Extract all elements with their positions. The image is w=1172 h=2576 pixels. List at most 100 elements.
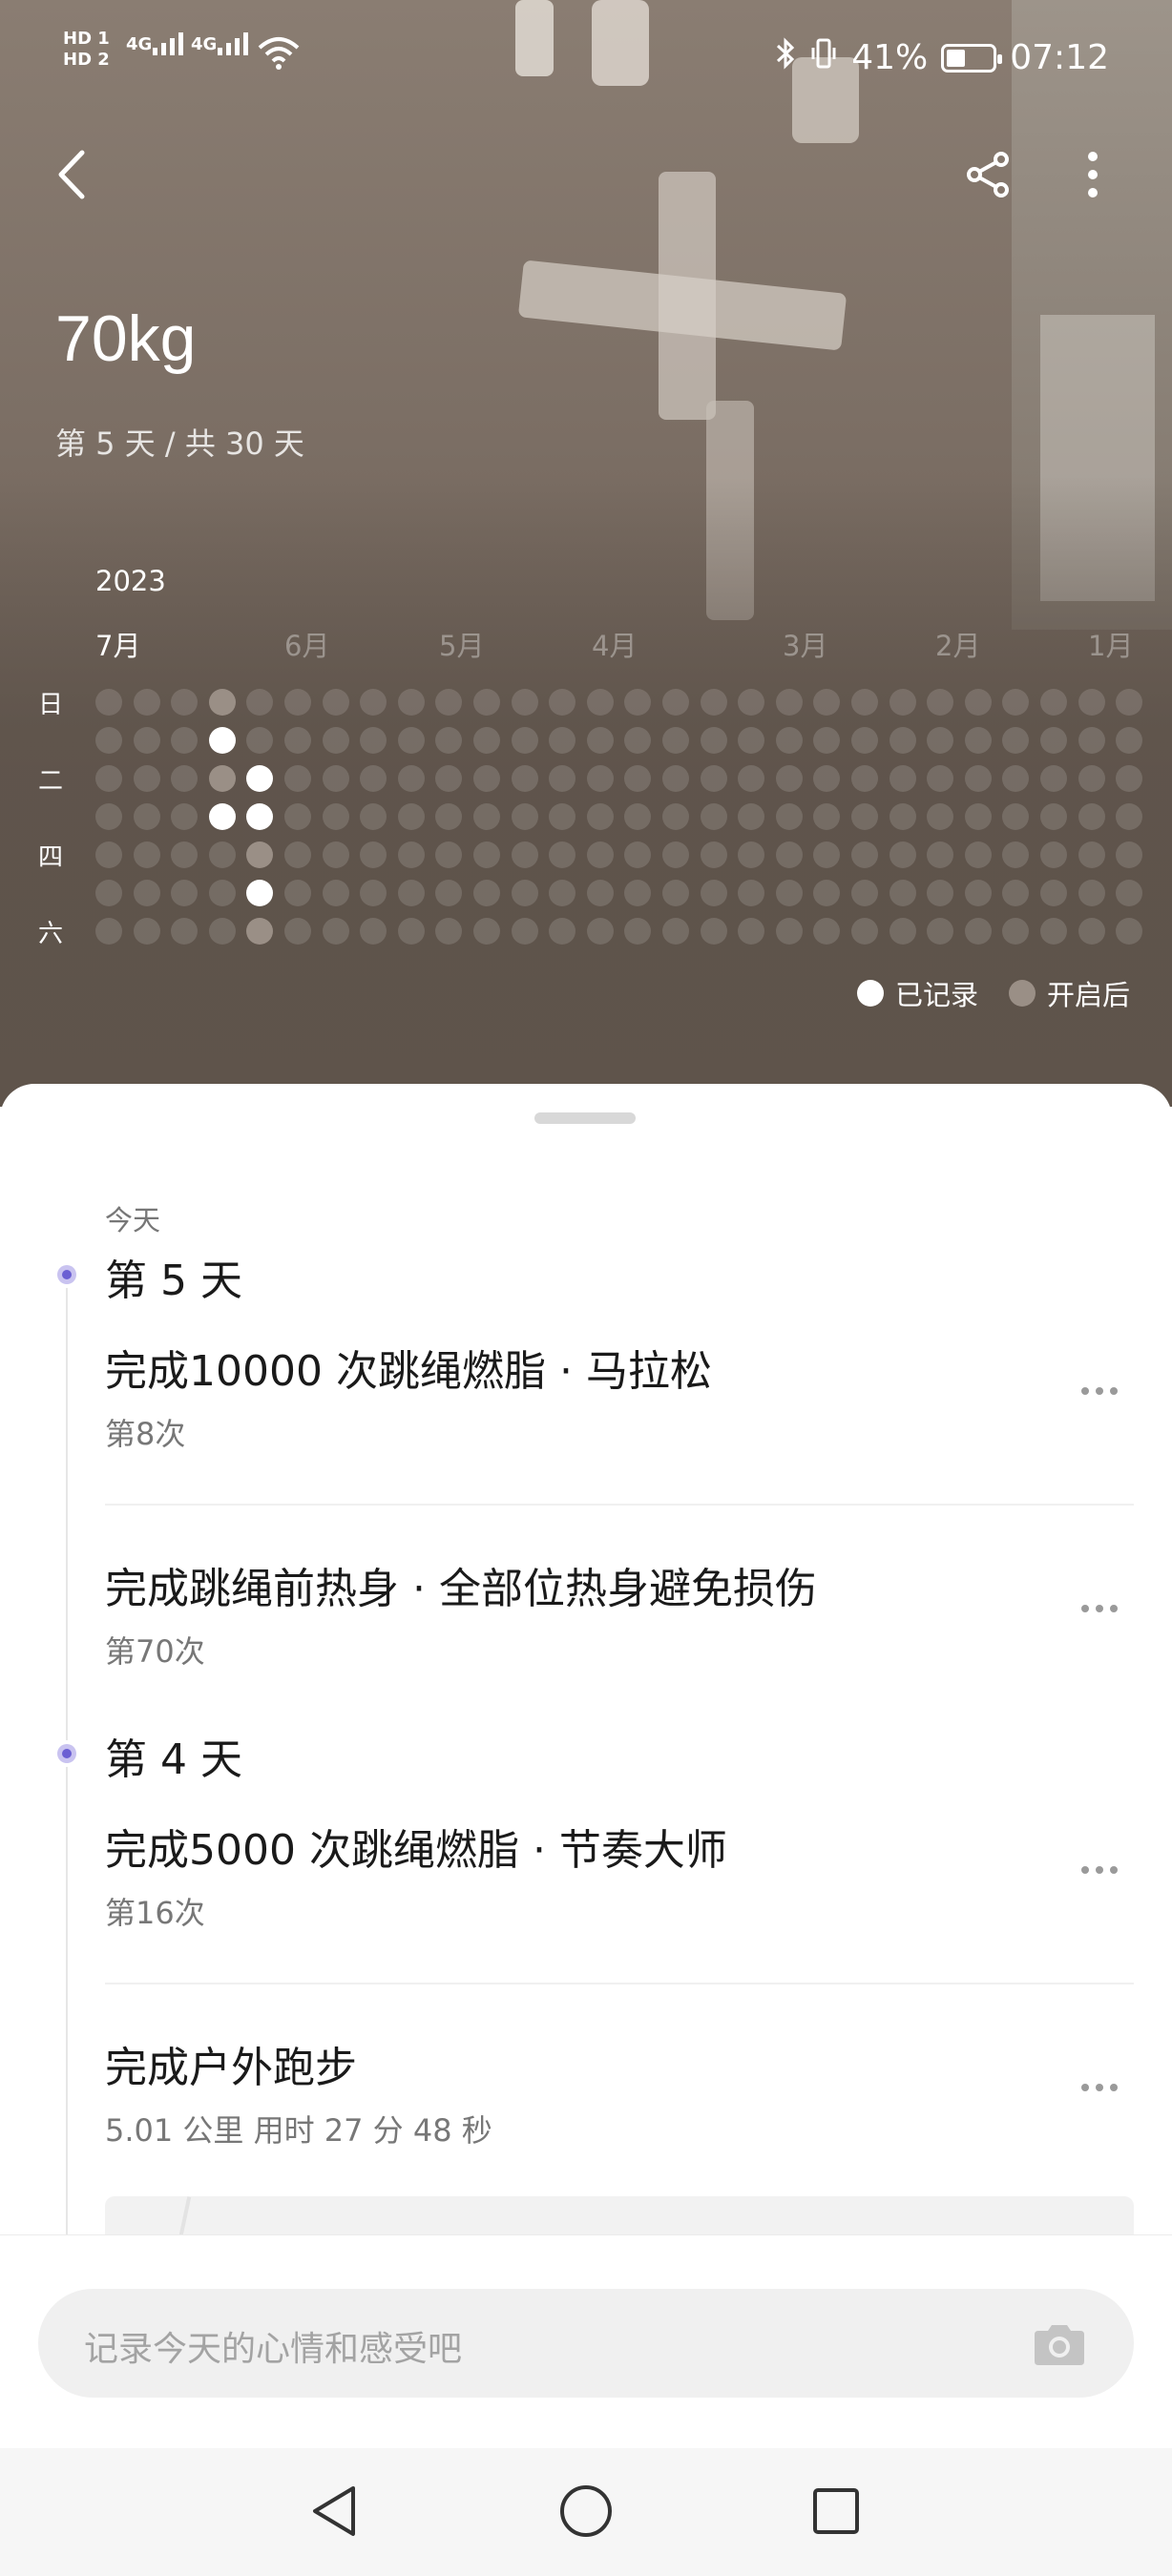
- calendar-day-dot: [662, 918, 689, 945]
- goal-progress: 第 5 天 / 共 30 天: [55, 426, 304, 462]
- calendar-day-dot: [813, 918, 840, 945]
- timeline-entry[interactable]: 完成户外跑步 5.01 公里 用时 27 分 48 秒: [105, 2040, 1136, 2150]
- calendar-day-dot: [284, 765, 311, 792]
- calendar-day-dot: [134, 880, 160, 906]
- calendar-day-dot: [323, 841, 349, 868]
- calendar-day-dot: [927, 727, 953, 754]
- calendar-day-dot: [1078, 880, 1105, 906]
- calendar-day-dot: [662, 841, 689, 868]
- calendar-day-dot: [587, 689, 614, 716]
- entry-more-button[interactable]: [1071, 1589, 1128, 1628]
- calendar-day-dot: [435, 765, 462, 792]
- calendar-day-dot: [398, 918, 425, 945]
- calendar-day-dot: [323, 880, 349, 906]
- calendar-day-dot: [1116, 727, 1142, 754]
- mood-input-placeholder: 记录今天的心情和感受吧: [84, 2330, 463, 2369]
- nav-home-button[interactable]: [548, 2473, 624, 2549]
- drag-handle[interactable]: [534, 1112, 636, 1124]
- calendar-legend: 已记录 开启后: [842, 973, 1130, 1013]
- calendar-day-dot: [587, 841, 614, 868]
- calendar-day-started: [209, 689, 236, 716]
- entry-more-button[interactable]: [1071, 1372, 1128, 1410]
- timeline-node: [53, 1740, 80, 1767]
- calendar-day-dot: [738, 803, 764, 830]
- calendar-day-dot: [851, 727, 878, 754]
- signal-1-icon: [153, 32, 183, 55]
- calendar-day-dot: [512, 727, 538, 754]
- calendar-day-dot: [1040, 803, 1067, 830]
- timeline-line: [66, 1275, 68, 2372]
- calendar-day-dot: [95, 689, 122, 716]
- calendar-day-dot: [1002, 918, 1029, 945]
- calendar-day-dot: [738, 689, 764, 716]
- calendar-day-dot: [813, 841, 840, 868]
- battery-icon: [941, 43, 1003, 73]
- legend-recorded: 已记录: [856, 973, 978, 1013]
- calendar-day-dot: [549, 689, 576, 716]
- calendar-day-dot: [1002, 727, 1029, 754]
- calendar-day-dot: [171, 727, 198, 754]
- timeline-entry[interactable]: 完成跳绳前热身 · 全部位热身避免损伤 第70次: [105, 1561, 1136, 1672]
- share-button[interactable]: [950, 141, 1026, 208]
- camera-button[interactable]: [1031, 2321, 1088, 2367]
- entry-subtitle: 第16次: [105, 1895, 205, 1931]
- nav-back-button[interactable]: [296, 2473, 372, 2549]
- back-arrow-icon: [58, 150, 85, 199]
- calendar-day-dot: [624, 803, 651, 830]
- calendar-day-dot: [435, 918, 462, 945]
- calendar-day-dot: [889, 765, 916, 792]
- calendar-day-dot: [889, 841, 916, 868]
- calendar-day-dot: [851, 841, 878, 868]
- calendar-day-dot: [701, 880, 727, 906]
- calendar-day-dot: [512, 918, 538, 945]
- calendar-day-dot: [209, 880, 236, 906]
- calendar-day-dot: [171, 918, 198, 945]
- weekday-label: 二: [38, 767, 64, 796]
- calendar-day-dot: [246, 727, 273, 754]
- calendar-day-dot: [1078, 689, 1105, 716]
- calendar-day-dot: [398, 841, 425, 868]
- calendar-day-dot: [813, 765, 840, 792]
- calendar-day-dot: [512, 803, 538, 830]
- calendar-day-dot: [1040, 689, 1067, 716]
- calendar-day-dot: [134, 765, 160, 792]
- calendar-day-dot: [435, 880, 462, 906]
- more-options-button[interactable]: [1059, 141, 1126, 208]
- hero-header: HD 1 HD 2 4G 4G 41% 07:12 70kg 第 5 天 / 共…: [0, 0, 1172, 1107]
- status-right: 41% 07:12: [775, 36, 1109, 79]
- calendar-day-dot: [360, 727, 387, 754]
- entry-more-button[interactable]: [1071, 2068, 1128, 2107]
- month-label: 2月: [935, 630, 981, 662]
- calendar-day-started: [246, 841, 273, 868]
- calendar-day-dot: [1002, 803, 1029, 830]
- back-button[interactable]: [38, 141, 105, 208]
- share-icon: [967, 152, 1009, 197]
- calendar-day-dot: [813, 727, 840, 754]
- entry-more-button[interactable]: [1071, 1851, 1128, 1889]
- calendar-day-dot: [662, 727, 689, 754]
- today-label: 今天: [105, 1204, 161, 1236]
- calendar-day-dot: [549, 918, 576, 945]
- calendar-day-dot: [662, 880, 689, 906]
- calendar-day-dot: [284, 880, 311, 906]
- nav-recents-square-icon: [813, 2488, 859, 2534]
- calendar-day-dot: [738, 765, 764, 792]
- calendar-day-dot: [398, 880, 425, 906]
- timeline-entry[interactable]: 完成10000 次跳绳燃脂 · 马拉松 第8次: [105, 1343, 1136, 1454]
- calendar-day-dot: [512, 841, 538, 868]
- entry-subtitle: 第70次: [105, 1633, 205, 1670]
- entry-title: 完成跳绳前热身 · 全部位热身避免损伤: [105, 1565, 817, 1613]
- calendar-day-dot: [1078, 803, 1105, 830]
- mood-input[interactable]: 记录今天的心情和感受吧: [38, 2289, 1134, 2398]
- entry-subtitle: 5.01 公里 用时 27 分 48 秒: [105, 2112, 492, 2149]
- calendar-day-dot: [323, 918, 349, 945]
- calendar-day-dot: [851, 689, 878, 716]
- timeline-entry[interactable]: 完成5000 次跳绳燃脂 · 节奏大师 第16次: [105, 1822, 1136, 1933]
- nav-recents-button[interactable]: [798, 2473, 874, 2549]
- month-label: 1月: [1088, 630, 1134, 662]
- calendar-day-dot: [1002, 880, 1029, 906]
- calendar-day-dot: [587, 803, 614, 830]
- calendar-day-dot: [435, 689, 462, 716]
- calendar-day-dot: [965, 918, 992, 945]
- legend-recorded-dot: [856, 980, 884, 1007]
